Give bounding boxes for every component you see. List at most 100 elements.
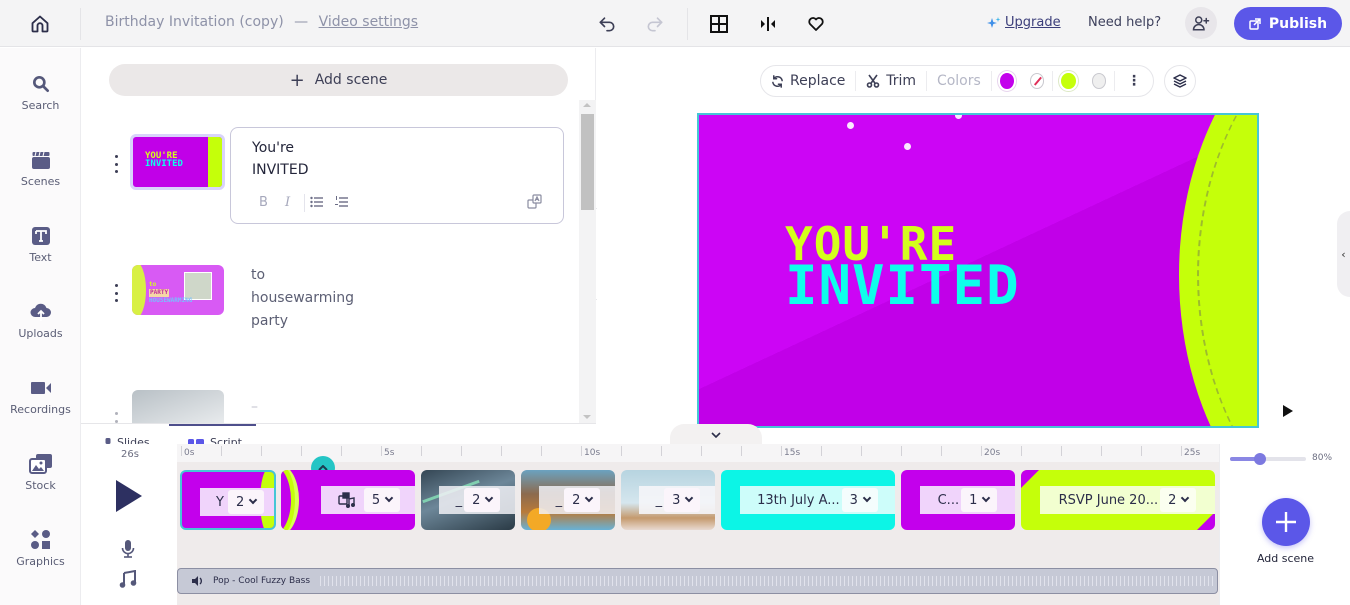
video-preview-canvas[interactable]: YOU'RE INVITED bbox=[697, 113, 1259, 428]
scene-script-text[interactable]: – bbox=[251, 396, 258, 419]
undo-icon bbox=[599, 17, 615, 32]
clip-duration: 2 bbox=[572, 492, 581, 508]
scene-script-text[interactable]: to housewarming party bbox=[251, 264, 354, 333]
more-options-button[interactable]: ⋮ bbox=[1115, 66, 1153, 96]
clip-duration-dropdown[interactable]: 2 bbox=[564, 488, 601, 512]
sidebar-item-scenes[interactable]: Scenes bbox=[0, 148, 81, 208]
numbered-list-icon bbox=[335, 196, 348, 207]
audio-track[interactable]: Pop - Cool Fuzzy Bass bbox=[177, 568, 1218, 594]
translate-button[interactable] bbox=[527, 194, 543, 214]
right-panel-toggle[interactable]: ‹ bbox=[1337, 211, 1350, 297]
sidebar-item-recordings[interactable]: Recordings bbox=[0, 376, 81, 436]
scene-clip[interactable]: _ 2 bbox=[521, 470, 615, 530]
color-swatch-lime[interactable] bbox=[1061, 73, 1076, 89]
clip-duration-dropdown[interactable]: 2 bbox=[1160, 488, 1197, 512]
divider bbox=[1052, 71, 1054, 91]
favorite-button[interactable] bbox=[804, 12, 828, 36]
sidebar-item-search[interactable]: Search bbox=[0, 72, 81, 132]
scene-clip[interactable]: _ 3 bbox=[621, 470, 715, 530]
scrollbar-thumb[interactable] bbox=[581, 114, 594, 210]
scene-clip[interactable]: 5 bbox=[281, 470, 415, 530]
trim-button[interactable]: Trim bbox=[856, 66, 926, 96]
plus-icon bbox=[1276, 512, 1296, 532]
italic-button[interactable]: I bbox=[285, 195, 290, 210]
clip-label: _ bbox=[655, 492, 663, 508]
video-settings-link[interactable]: Video settings bbox=[319, 14, 419, 30]
timeline-side-controls: 80% Add scene bbox=[1219, 444, 1350, 605]
scroll-down-arrow[interactable] bbox=[583, 415, 591, 419]
timeline-track[interactable]: 0s 5s 10s 15s 20s 25s Y 2 5 _ 2 _ 2 _ 3 … bbox=[177, 444, 1222, 605]
chevron-down-icon bbox=[485, 493, 494, 503]
project-title-area: Birthday Invitation (copy) — Video setti… bbox=[105, 14, 418, 30]
upgrade-link[interactable]: Upgrade bbox=[986, 15, 1061, 30]
add-scene-round-button[interactable] bbox=[1262, 498, 1310, 546]
sidebar-item-graphics[interactable]: Graphics bbox=[0, 528, 81, 588]
layers-icon bbox=[1173, 74, 1187, 88]
project-title[interactable]: Birthday Invitation (copy) bbox=[105, 14, 284, 30]
timeline-collapse-toggle[interactable] bbox=[670, 424, 762, 446]
sidebar-item-text[interactable]: Text bbox=[0, 224, 81, 284]
add-user-icon bbox=[1192, 16, 1210, 31]
scene-clip[interactable]: 13th July A... 3 bbox=[721, 470, 895, 530]
music-note-icon[interactable] bbox=[119, 570, 137, 588]
refresh-icon bbox=[772, 74, 783, 88]
chevron-down-icon bbox=[585, 493, 594, 503]
play-button[interactable] bbox=[116, 480, 142, 512]
sidebar-item-stock[interactable]: Stock bbox=[0, 452, 81, 512]
scroll-up-arrow[interactable] bbox=[583, 103, 591, 107]
scene-clip[interactable]: _ 2 bbox=[421, 470, 515, 530]
scene-clip[interactable]: RSVP June 20... 2 bbox=[1021, 470, 1215, 530]
video-camera-icon bbox=[30, 382, 51, 394]
chevron-down-icon bbox=[1181, 493, 1190, 503]
ruler-tick bbox=[861, 446, 862, 456]
publish-button[interactable]: Publish bbox=[1234, 7, 1342, 40]
clip-duration-dropdown[interactable]: 2 bbox=[227, 490, 265, 514]
redo-button[interactable] bbox=[643, 12, 667, 36]
clip-duration-dropdown[interactable]: 2 bbox=[464, 488, 501, 512]
layers-button[interactable] bbox=[1164, 65, 1196, 97]
bullet-list-button[interactable] bbox=[310, 196, 323, 212]
numbered-list-button[interactable] bbox=[335, 196, 348, 212]
script-scrollbar[interactable] bbox=[579, 100, 596, 425]
add-scene-button[interactable]: + Add scene bbox=[109, 64, 568, 96]
headline-text[interactable]: YOU'RE INVITED bbox=[785, 221, 1020, 317]
split-button[interactable] bbox=[756, 12, 780, 36]
replace-button[interactable]: Replace bbox=[761, 66, 855, 96]
scene-menu-button[interactable] bbox=[111, 284, 121, 302]
bold-button[interactable]: B bbox=[259, 195, 268, 210]
preview-play-icon[interactable] bbox=[1283, 405, 1293, 417]
clip-duration-dropdown[interactable]: 3 bbox=[664, 488, 701, 512]
scene-thumbnail[interactable]: to PARTY HOUSEWARMING bbox=[132, 265, 224, 315]
scene-clip-selected[interactable]: Y 2 bbox=[180, 470, 276, 530]
grid-button[interactable] bbox=[707, 12, 731, 36]
ruler-tick bbox=[381, 446, 382, 456]
color-swatch-light-gray[interactable] bbox=[1091, 73, 1107, 89]
color-swatch-none[interactable] bbox=[1029, 73, 1045, 89]
headline-line-2: INVITED bbox=[785, 254, 1020, 317]
help-link[interactable]: Need help? bbox=[1088, 15, 1161, 30]
timeline-zoom-slider[interactable] bbox=[1230, 453, 1306, 465]
script-line: housewarming bbox=[251, 290, 355, 306]
undo-button[interactable] bbox=[595, 12, 619, 36]
scene-menu-button[interactable] bbox=[111, 155, 121, 173]
sidebar-item-uploads[interactable]: Uploads bbox=[0, 300, 81, 360]
colors-label: Colors bbox=[936, 73, 981, 89]
ruler-tick bbox=[661, 446, 662, 456]
divider bbox=[80, 8, 81, 40]
clip-duration-dropdown[interactable]: 5 bbox=[363, 488, 401, 512]
clip-duration-dropdown[interactable]: 1 bbox=[961, 488, 998, 512]
stock-images-icon bbox=[28, 454, 52, 474]
scene-script-editor[interactable]: You're INVITED B I bbox=[230, 127, 564, 224]
scene-thumbnail[interactable] bbox=[132, 390, 224, 424]
clip-duration-dropdown[interactable]: 3 bbox=[841, 488, 878, 512]
scene-clip[interactable]: C... 1 bbox=[901, 470, 1015, 530]
ruler-tick bbox=[181, 446, 182, 456]
home-button[interactable] bbox=[24, 11, 56, 37]
ruler-tick bbox=[1141, 446, 1142, 456]
microphone-icon[interactable] bbox=[121, 540, 135, 558]
scene-thumbnail[interactable]: YOU'RE INVITED bbox=[130, 134, 225, 190]
invite-user-button[interactable] bbox=[1185, 7, 1217, 39]
color-swatch-purple[interactable] bbox=[999, 73, 1014, 89]
zoom-slider-knob[interactable] bbox=[1254, 453, 1267, 465]
chevron-down-icon bbox=[685, 493, 694, 503]
